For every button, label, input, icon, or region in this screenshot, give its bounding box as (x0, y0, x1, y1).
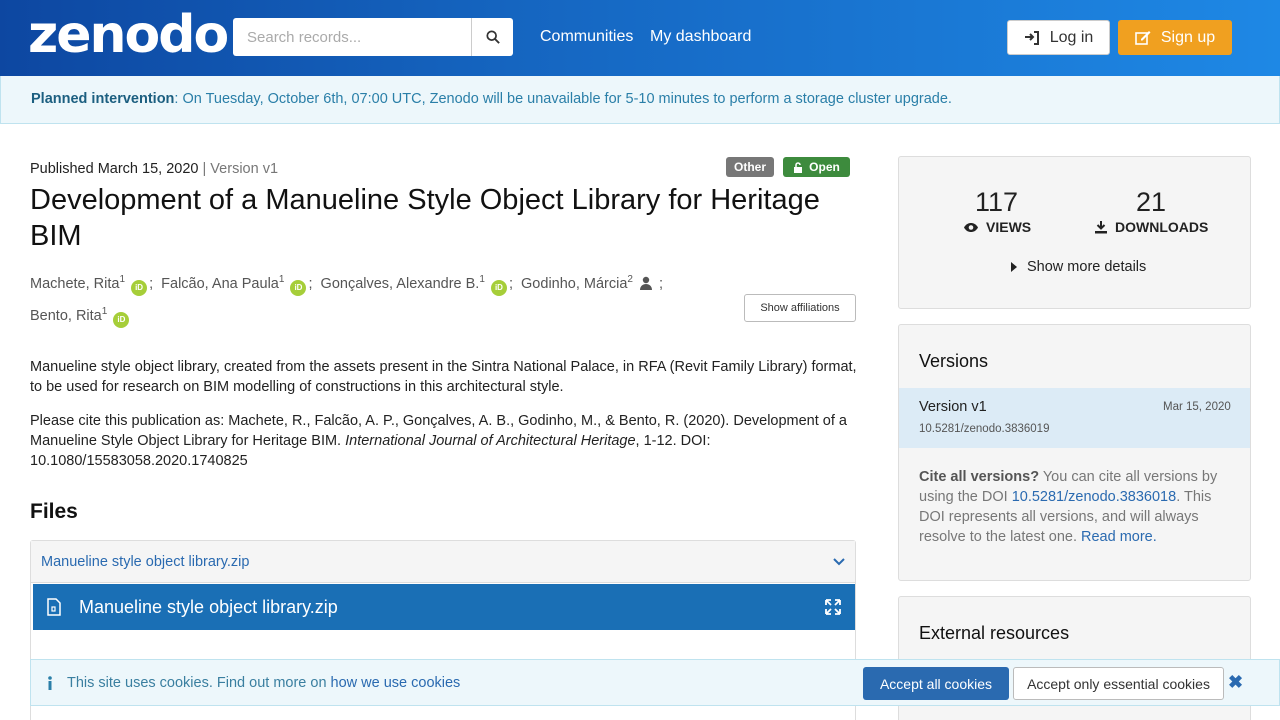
downloads-label-group: DOWNLOADS (1094, 219, 1208, 235)
show-affiliations-button[interactable]: Show affiliations (744, 294, 856, 322)
author-name[interactable]: Bento, Rita (30, 308, 102, 324)
signup-label: Sign up (1160, 28, 1216, 46)
orcid-icon[interactable]: iD (490, 279, 507, 296)
resource-type-label: Other (733, 160, 766, 174)
nav-my-dashboard[interactable]: My dashboard (650, 28, 751, 46)
concept-doi-link[interactable]: 10.5281/zenodo.3836018 (1012, 489, 1177, 505)
author-name[interactable]: Machete, Rita (30, 276, 119, 292)
site-header: zenodo Communities My dashboard Log in S… (0, 0, 1280, 76)
accept-all-cookies-button[interactable]: Accept all cookies (863, 667, 1009, 700)
resource-type-badge: Other (726, 157, 774, 177)
versions-heading: Versions (919, 351, 989, 371)
affiliation-number: 1 (479, 274, 485, 285)
more-details-label: Show more details (1027, 259, 1147, 275)
maintenance-banner: Planned intervention: On Tuesday, Octobe… (0, 76, 1280, 124)
cookie-banner: This site uses cookies. Find out more on… (30, 659, 1280, 706)
version-item-label: Version v1 (919, 399, 987, 415)
cite-all-heading: Cite all versions? (919, 469, 1040, 485)
cookie-message: This site uses cookies. Find out more on… (47, 675, 460, 691)
cookie-policy-link[interactable]: how we use cookies (331, 675, 461, 691)
record-title: Development of a Manueline Style Object … (30, 184, 820, 252)
signup-button[interactable]: Sign up (1118, 20, 1232, 55)
read-more-link[interactable]: Read more. (1081, 529, 1157, 545)
views-count: 117 (975, 187, 1019, 217)
file-preview-bar: Manueline style object library.zip (33, 584, 855, 630)
record-description: Manueline style object library, created … (30, 359, 857, 395)
file-preview-toggle[interactable]: Manueline style object library.zip (31, 541, 855, 583)
version-item-date: Mar 15, 2020 (1163, 401, 1231, 413)
downloads-label: DOWNLOADS (1115, 219, 1209, 235)
show-more-details-toggle[interactable]: Show more details (1011, 259, 1146, 275)
author-name[interactable]: Godinho, Márcia (521, 276, 627, 292)
cite-all-versions: Cite all versions? You can cite all vers… (919, 467, 1239, 547)
file-panel-title: Manueline style object library.zip (41, 553, 250, 570)
stats-card: 117 VIEWS 21 DOWNLOADS Show more details (898, 156, 1251, 309)
info-icon (48, 675, 52, 690)
versions-card: Versions Version v1 Mar 15, 2020 10.5281… (898, 324, 1251, 581)
affiliation-number: 1 (101, 305, 108, 317)
access-badge: Open (783, 157, 850, 177)
chevron-down-icon (833, 557, 845, 565)
orcid-icon[interactable]: iD (113, 311, 130, 328)
user-icon (640, 276, 653, 290)
downloads-count: 21 (1136, 187, 1167, 217)
author-name[interactable]: Falcão, Ana Paula (161, 276, 279, 292)
views-label-group: VIEWS (963, 219, 1031, 235)
author-list: Machete, Rita1 iD; Falcão, Ana Paula1 iD… (30, 266, 730, 330)
preview-file-name: Manueline style object library.zip (79, 596, 338, 617)
zenodo-logo[interactable]: zenodo (28, 6, 229, 64)
publication-info: Published March 15, 2020 | Version v1 (30, 161, 278, 177)
cookie-text: This site uses cookies. Find out more on (67, 674, 331, 691)
orcid-icon[interactable]: iD (290, 279, 307, 296)
accept-essential-cookies-button[interactable]: Accept only essential cookies (1013, 667, 1224, 700)
banner-text: : On Tuesday, October 6th, 07:00 UTC, Ze… (174, 91, 952, 107)
access-label: Open (809, 160, 840, 174)
login-button[interactable]: Log in (1007, 20, 1110, 55)
version-item[interactable]: Version v1 Mar 15, 2020 10.5281/zenodo.3… (899, 388, 1250, 448)
orcid-icon[interactable]: iD (131, 279, 148, 296)
external-resources-heading: External resources (919, 623, 1070, 643)
citation-note: Please cite this publication as: Machete… (30, 411, 860, 471)
download-icon (1095, 221, 1107, 234)
search-input[interactable] (233, 18, 471, 56)
file-archive-icon (47, 598, 61, 616)
unlock-icon (794, 161, 803, 173)
files-heading: Files (30, 500, 78, 523)
search-box (233, 18, 513, 56)
eye-icon (964, 222, 978, 232)
login-label: Log in (1049, 28, 1094, 46)
citation-journal: International Journal of Architectural H… (345, 433, 636, 449)
affiliation-number: 1 (119, 274, 126, 285)
expand-icon[interactable] (825, 599, 841, 615)
views-label: VIEWS (986, 219, 1032, 235)
version-item-doi: 10.5281/zenodo.3836019 (919, 423, 1050, 435)
close-icon[interactable]: ✖ (1228, 672, 1243, 693)
caret-right-icon (1011, 262, 1017, 272)
banner-title: Planned intervention (31, 91, 175, 107)
version-label: | Version v1 (198, 161, 279, 177)
nav-communities[interactable]: Communities (540, 28, 633, 46)
affiliation-number: 2 (627, 274, 633, 285)
search-button[interactable] (471, 18, 513, 56)
sign-in-icon (1024, 30, 1039, 45)
affiliation-number: 1 (278, 274, 285, 285)
published-date: Published March 15, 2020 (30, 161, 199, 177)
author-name[interactable]: Gonçalves, Alexandre B. (321, 276, 480, 292)
edit-icon (1135, 31, 1151, 45)
search-icon (485, 30, 500, 44)
